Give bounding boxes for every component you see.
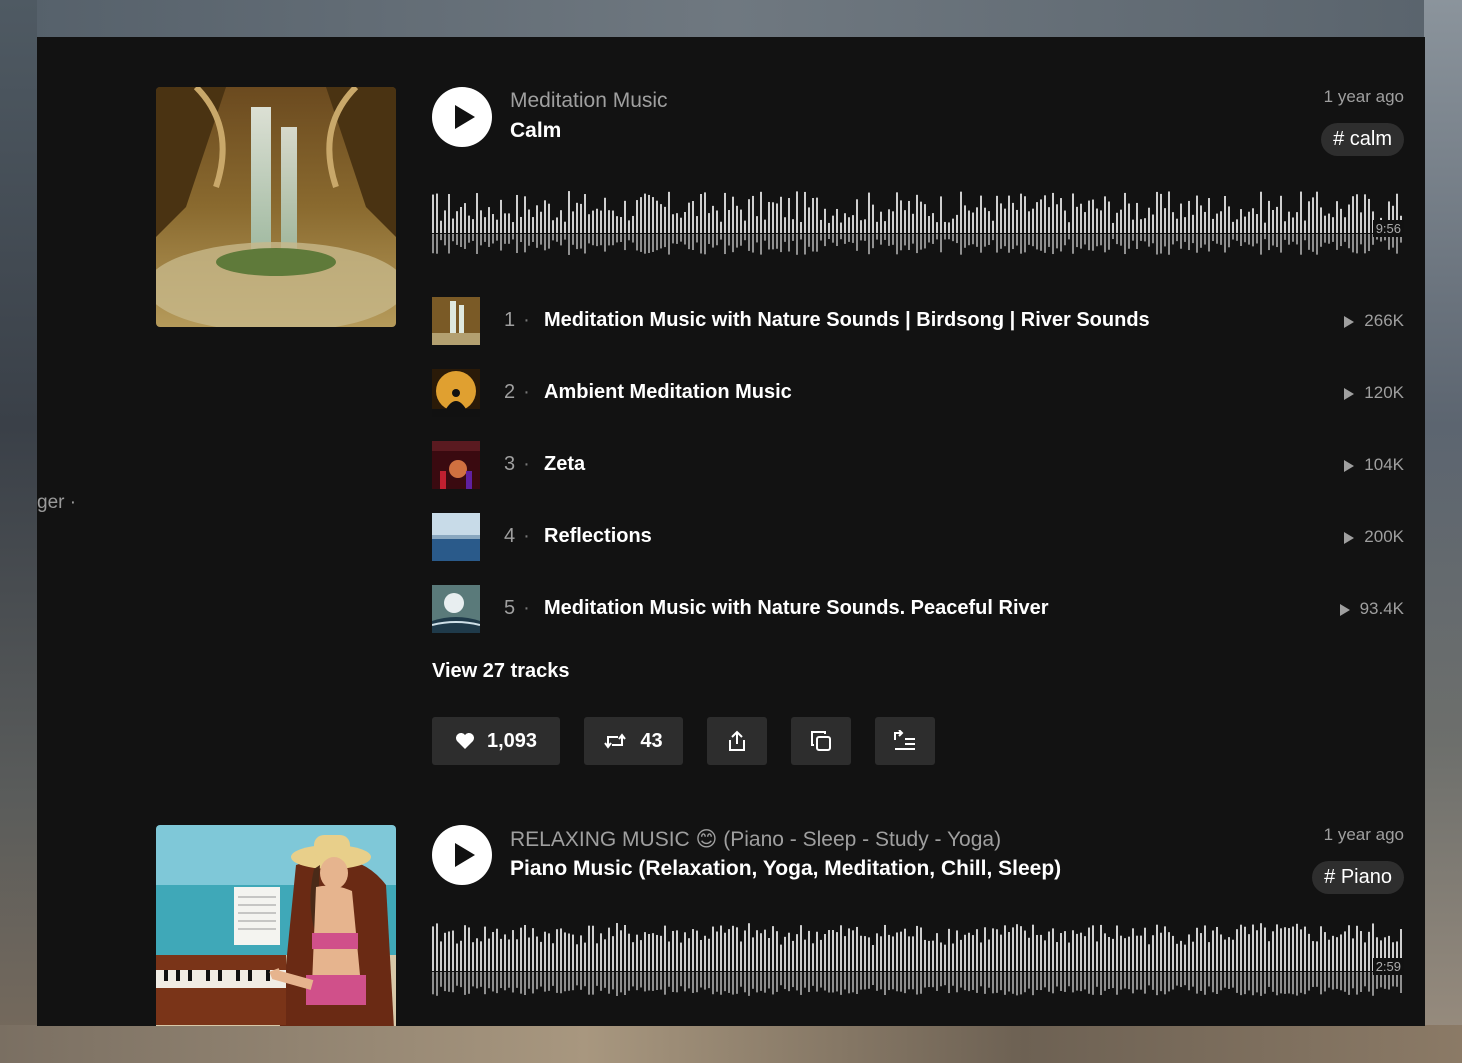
track-thumbnail (432, 297, 480, 345)
track-row[interactable]: 5 · Meditation Music with Nature Sounds. … (432, 585, 1404, 657)
track-row[interactable]: 3 · Zeta 104K (432, 441, 1404, 513)
playlist-artwork[interactable] (156, 87, 396, 327)
play-button[interactable] (432, 87, 492, 147)
playlist-artist[interactable]: Meditation Music (510, 89, 668, 113)
track-row[interactable]: 1 · Meditation Music with Nature Sounds |… (432, 297, 1404, 369)
track-title[interactable]: Meditation Music with Nature Sounds. Pea… (544, 597, 1049, 620)
play-icon (454, 105, 475, 129)
waveform-bars (432, 923, 1402, 996)
view-all-tracks-link[interactable]: View 27 tracks (432, 660, 570, 683)
track-plays: 200K (1344, 527, 1404, 547)
track-thumbnail (432, 585, 480, 633)
track-thumbnail (432, 369, 480, 417)
play-count-icon (1344, 315, 1355, 328)
track-number: 4 · (504, 525, 530, 547)
queue-icon (894, 730, 915, 750)
track-row[interactable]: 2 · Ambient Meditation Music 120K (432, 369, 1404, 441)
repost-count: 43 (640, 729, 663, 752)
copy-link-button[interactable] (791, 717, 851, 765)
track-title[interactable]: Meditation Music with Nature Sounds | Bi… (544, 309, 1150, 332)
track-number: 2 · (504, 381, 530, 403)
playlist-artwork[interactable] (156, 825, 396, 1026)
play-count-icon (1344, 459, 1355, 472)
track-duration: 9:56 (1372, 220, 1404, 237)
track-number: 5 · (504, 597, 530, 619)
background-bottom (0, 1025, 1462, 1063)
track-number: 1 · (504, 309, 530, 331)
waveform[interactable]: 2:59 (432, 921, 1404, 999)
background-left (0, 0, 37, 1063)
tag-badge[interactable]: # calm (1321, 123, 1404, 156)
track-duration: 2:59 (1372, 958, 1404, 975)
play-icon (454, 843, 475, 867)
posted-time: 1 year ago (1323, 87, 1404, 106)
waveform[interactable]: 9:56 (432, 183, 1404, 261)
play-count-icon (1339, 603, 1350, 616)
track-thumbnail (432, 441, 480, 489)
share-button[interactable] (707, 717, 767, 765)
track-title[interactable]: Ambient Meditation Music (544, 381, 792, 404)
playlist-title[interactable]: Piano Music (Relaxation, Yoga, Meditatio… (510, 857, 1061, 881)
like-button[interactable]: 1,093 (432, 717, 560, 765)
play-button[interactable] (432, 825, 492, 885)
repost-icon (604, 733, 627, 749)
heart-icon (455, 733, 474, 749)
like-count: 1,093 (486, 729, 538, 752)
track-plays: 266K (1344, 311, 1404, 331)
track-thumbnail (432, 513, 480, 561)
play-count-icon (1344, 387, 1355, 400)
track-title[interactable]: Zeta (544, 453, 585, 476)
track-row[interactable]: 4 · Reflections 200K (432, 513, 1404, 585)
side-text-fragment: ger · (37, 492, 77, 513)
playlist-item: Meditation Music Calm 1 year ago # calm … (156, 87, 1404, 777)
play-count-icon (1344, 531, 1355, 544)
playlist-item: RELAXING MUSIC 😊 (Piano - Sleep - Study … (156, 825, 1404, 1026)
share-icon (729, 730, 745, 751)
tag-badge[interactable]: # Piano (1312, 861, 1404, 894)
waveform-bars (432, 191, 1402, 255)
add-to-queue-button[interactable] (875, 717, 935, 765)
playlist-artist[interactable]: RELAXING MUSIC 😊 (Piano - Sleep - Study … (510, 827, 1001, 852)
track-plays: 93.4K (1339, 599, 1404, 619)
track-list: 1 · Meditation Music with Nature Sounds |… (432, 297, 1404, 657)
stream-panel: ger · Meditation Music Calm 1 year ago #… (37, 37, 1425, 1026)
track-title[interactable]: Reflections (544, 525, 652, 548)
track-number: 3 · (504, 453, 530, 475)
background-top (0, 0, 1462, 37)
background-right (1424, 0, 1462, 1063)
copy-icon (811, 731, 831, 751)
track-plays: 104K (1344, 455, 1404, 475)
playlist-title[interactable]: Calm (510, 119, 561, 143)
track-plays: 120K (1344, 383, 1404, 403)
posted-time: 1 year ago (1323, 825, 1404, 844)
action-bar: 1,093 43 (432, 717, 935, 765)
repost-button[interactable]: 43 (584, 717, 683, 765)
